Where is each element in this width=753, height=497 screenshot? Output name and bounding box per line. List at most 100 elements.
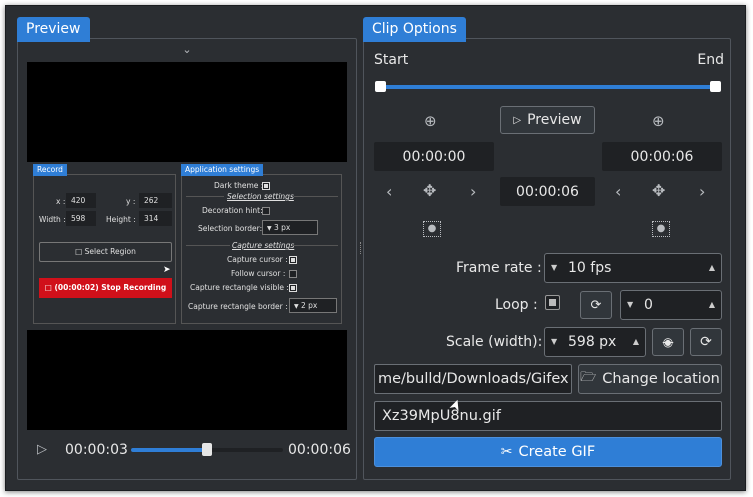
mini-height-label: Height : [106,215,136,224]
player-seek-slider[interactable] [131,443,283,456]
start-move-icon[interactable]: ✥ [423,181,436,200]
loop-count-up-icon[interactable]: ▲ [709,291,715,319]
start-label: Start [374,52,409,68]
refresh-icon: ⟳ [700,334,712,350]
mini-cursor-icon: ➤ [163,265,171,275]
scale-spinbox[interactable]: ▼ 598 px ▲ [544,327,646,357]
mini-divider-3 [186,245,230,246]
mini-dark-theme-checkbox [262,182,270,190]
mini-app-settings-title: Application settings [181,164,264,176]
mini-stop-recording-button: □ (00:00:02) Stop Recording [39,278,172,298]
mini-width-label: Width : [39,215,66,224]
mini-x-label: x : [56,197,66,206]
preview-black-top [27,62,347,162]
frame-rate-combo[interactable]: ▼ 10 fps ▲ [544,253,722,283]
mini-capture-cursor-label: Capture cursor : [227,255,288,264]
chevron-down-icon[interactable]: ⌄ [180,43,194,56]
frame-rate-value: 10 fps [568,260,612,276]
mini-selection-border-value: 3 px [274,223,291,232]
preview-clip-button[interactable]: ▷ Preview [500,106,595,134]
scale-value: 598 px [568,334,617,350]
preview-group: Preview ⌄ Record x : 420 y : 262 Width :… [17,17,357,480]
loop-label: Loop : [495,297,538,313]
folder-icon: 🗁 [580,370,597,385]
mini-record-group: Record x : 420 y : 262 Width : 598 Heigh… [33,164,176,324]
mini-capture-rect-visible-checkbox [289,284,297,292]
loop-mode-button[interactable]: ⟳ [580,291,612,319]
create-gif-label: Create GIF [518,444,596,460]
change-location-button[interactable]: 🗁 Change location [578,364,722,394]
trim-end-handle[interactable] [710,81,721,92]
loop-count-value: 0 [644,297,653,313]
start-snapshot-icon[interactable]: ● [423,221,441,237]
mini-divider-1 [186,196,224,197]
mini-divider-4 [292,245,338,246]
mini-select-region-label: Select Region [84,247,136,256]
filename-field[interactable]: Xz39MpU8nu.gif [374,401,722,431]
frame-rate-down-icon[interactable]: ▼ [551,254,557,282]
mini-record-title: Record [33,164,67,176]
player-seek-handle[interactable] [202,443,212,456]
mini-capture-rect-border-label: Capture rectangle border : [188,302,288,311]
loop-checkbox[interactable] [545,295,560,310]
player-total-time: 00:00:06 [288,442,351,458]
start-locate-icon[interactable]: ⊕ [424,112,437,130]
play-icon[interactable]: ▷ [37,442,47,457]
end-next-icon[interactable]: › [699,182,705,201]
player-current-time: 00:00:03 [65,442,128,458]
mini-dark-theme-label: Dark theme : [214,181,264,190]
mini-follow-cursor-checkbox [289,270,297,278]
scale-down-icon[interactable]: ▼ [551,328,557,356]
output-path-field[interactable]: me/bulld/Downloads/Gifex [374,364,572,394]
mini-height-field: 314 [139,211,172,226]
mini-select-region-icon: □ [75,247,83,256]
loop-count-down-icon[interactable]: ▼ [627,291,633,319]
loop-checkbox-mark [549,299,556,306]
captured-frame: Record x : 420 y : 262 Width : 598 Heigh… [27,162,347,328]
start-prev-icon[interactable]: ‹ [386,182,392,201]
create-gif-button[interactable]: ✂ Create GIF [374,437,722,467]
mini-width-field: 598 [66,211,96,226]
end-locate-icon[interactable]: ⊕ [652,112,665,130]
change-location-label: Change location [602,371,720,387]
end-prev-icon[interactable]: ‹ [615,182,621,201]
preview-play-icon: ▷ [513,114,522,126]
trim-start-handle[interactable] [375,81,386,92]
loop-count-spinbox[interactable]: ▼ 0 ▲ [620,290,722,320]
mini-capture-settings-heading: Capture settings [232,241,295,250]
duration-field: 00:00:06 [500,177,595,206]
hide-scale-button[interactable]: ◉ [652,328,684,356]
reset-scale-button[interactable]: ⟳ [690,328,722,356]
player-seek-fill [131,448,207,452]
mini-combo-arrow-2: ▼ [294,303,299,310]
preview-group-title: Preview [17,17,90,42]
mini-selection-border-label: Selection border: [198,224,263,233]
mini-combo-arrow-1: ▼ [267,225,272,232]
end-snapshot-icon[interactable]: ● [652,221,670,237]
start-time-field[interactable]: 00:00:00 [374,142,494,171]
mini-selection-settings-heading: Selection settings [227,192,294,201]
mini-stop-label: (00:00:02) Stop Recording [54,283,167,292]
scale-label: Scale (width): [446,334,543,350]
preview-black-bottom [27,330,347,430]
frame-rate-up-icon[interactable]: ▲ [709,254,715,282]
mini-selection-border-combo: ▼ 3 px [262,220,318,235]
preview-button-label: Preview [527,112,582,128]
end-move-icon[interactable]: ✥ [652,181,665,200]
mini-stop-icon: □ [44,283,52,292]
scissors-icon: ✂ [500,444,513,460]
mini-decoration-hint-label: Decoration hint: [202,206,263,215]
end-label: End [697,52,724,68]
splitter-handle[interactable] [360,242,362,254]
mini-divider-2 [294,196,338,197]
end-time-field[interactable]: 00:00:06 [602,142,722,171]
trim-range-slider[interactable] [380,85,716,89]
mini-follow-cursor-label: Follow cursor : [231,269,286,278]
scale-up-icon[interactable]: ▲ [633,328,639,356]
mini-capture-rect-border-combo: ▼ 2 px [289,298,337,313]
frame-rate-label: Frame rate : [456,260,542,276]
mini-x-field: 420 [66,193,96,208]
mini-capture-rect-border-value: 2 px [301,301,318,310]
repeat-icon: ⟳ [590,297,602,313]
start-next-icon[interactable]: › [470,182,476,201]
